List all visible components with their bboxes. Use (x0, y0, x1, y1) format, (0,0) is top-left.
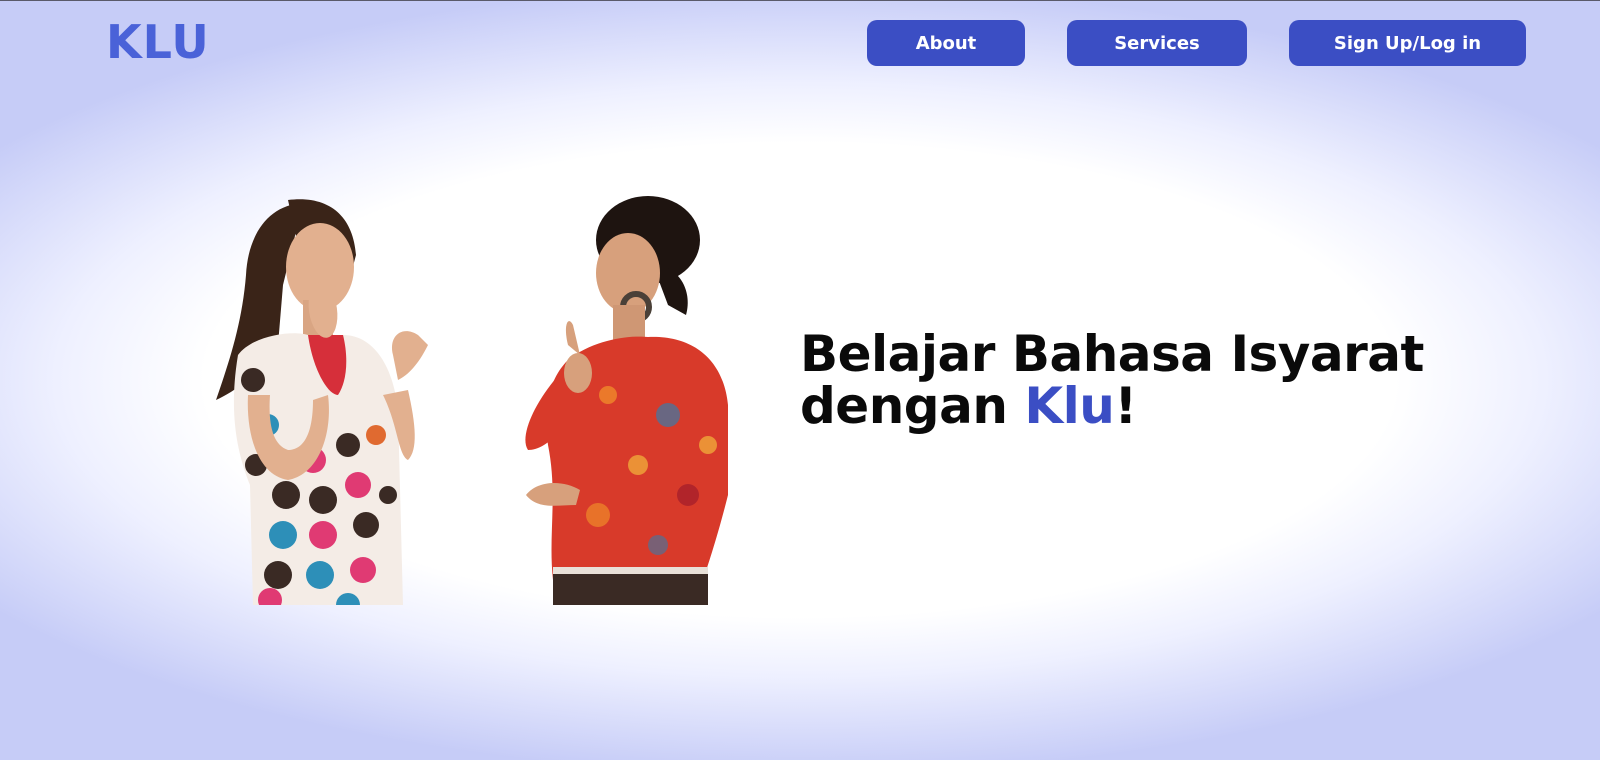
headline-prefix: dengan (800, 377, 1025, 435)
headline-suffix: ! (1114, 377, 1137, 435)
right-woman-figure (525, 196, 728, 605)
services-button[interactable]: Services (1067, 20, 1247, 66)
hero-headline: Belajar Bahasa Isyarat dengan Klu! (800, 328, 1424, 432)
headline-line-1: Belajar Bahasa Isyarat (800, 325, 1424, 383)
klu-logo[interactable]: KLU (106, 18, 210, 66)
left-woman-figure (216, 199, 428, 605)
hero-photo (216, 196, 728, 605)
logo-text: KLU (106, 15, 210, 69)
headline-brand: Klu (1024, 377, 1115, 435)
headline-line-2: dengan Klu! (800, 380, 1424, 432)
about-button[interactable]: About (867, 20, 1025, 66)
signup-login-button[interactable]: Sign Up/Log in (1289, 20, 1526, 66)
window-top-border (0, 0, 1600, 1)
